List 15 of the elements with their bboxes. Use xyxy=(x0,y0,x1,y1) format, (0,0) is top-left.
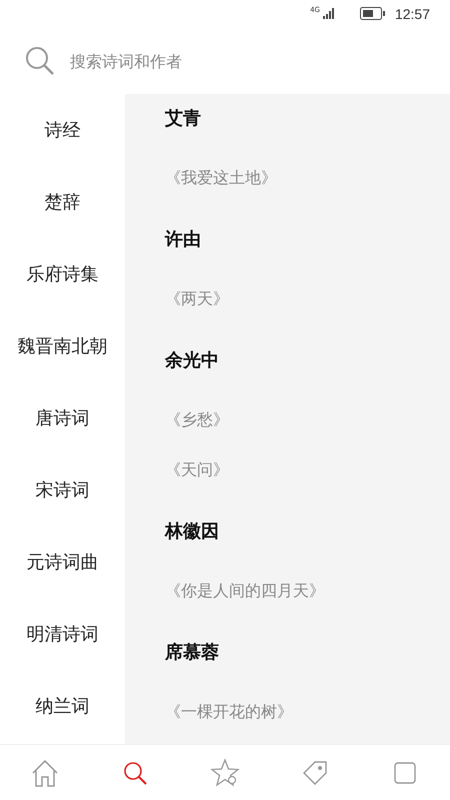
home-icon xyxy=(30,758,60,788)
author-name[interactable]: 艾青 xyxy=(165,94,450,144)
search-icon xyxy=(122,760,148,786)
author-name[interactable]: 席慕蓉 xyxy=(165,628,450,678)
star-icon xyxy=(210,758,240,788)
author-name[interactable]: 林徽因 xyxy=(165,507,450,558)
search-icon xyxy=(24,45,56,78)
search-field[interactable]: 搜索诗词和作者 xyxy=(70,48,370,75)
signal-icon xyxy=(322,8,335,20)
author-name[interactable]: 余光中 xyxy=(165,336,450,386)
clock: 12:57 xyxy=(394,6,430,22)
author-name[interactable]: 许由 xyxy=(165,215,450,266)
tag-icon xyxy=(301,758,329,787)
battery-icon xyxy=(360,7,386,20)
square-icon xyxy=(392,760,418,786)
